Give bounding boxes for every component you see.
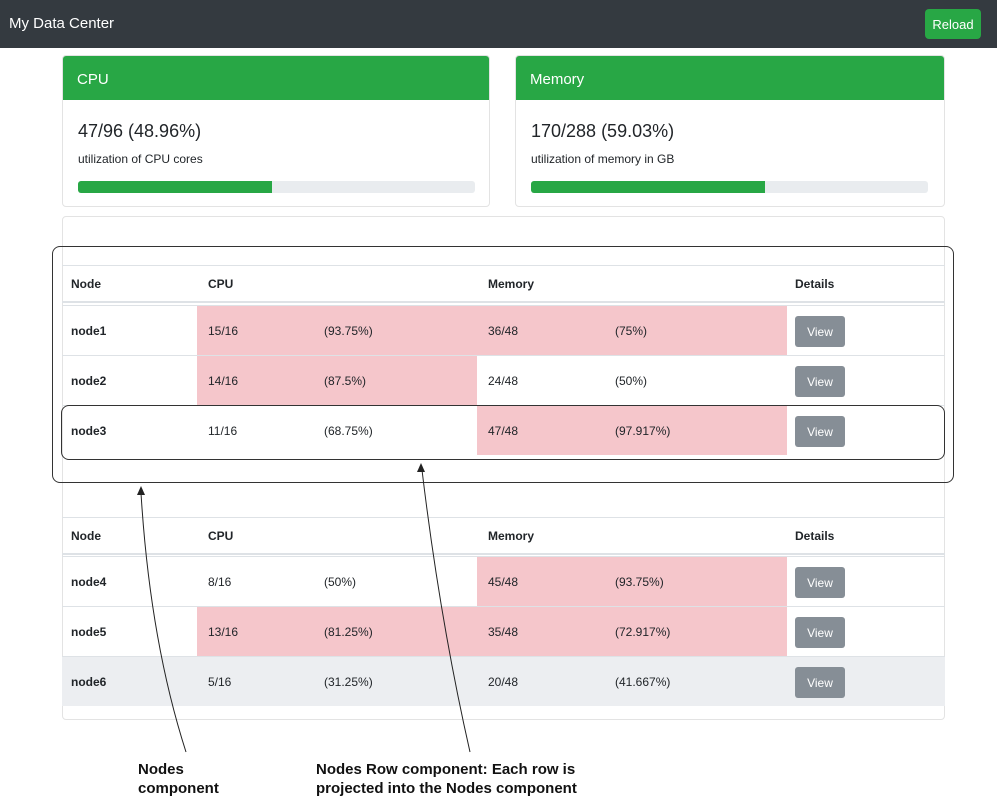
- callout-line: component: [138, 780, 219, 797]
- callout-line: Nodes: [138, 761, 184, 778]
- callout-line: Nodes Row component: Each row is: [316, 761, 576, 778]
- nodes-row-arrowhead: [417, 463, 425, 472]
- nodes-component-arrow-line: [140, 492, 187, 753]
- nodes-component-callout: Nodes component: [138, 760, 219, 798]
- callout-line: projected into the Nodes component: [316, 780, 577, 797]
- nodes-row-callout: Nodes Row component: Each row is project…: [316, 760, 577, 798]
- annotation-arrows: [137, 463, 471, 753]
- nodes-row-arrow-line: [421, 469, 471, 753]
- nodes-component-arrowhead: [137, 486, 145, 495]
